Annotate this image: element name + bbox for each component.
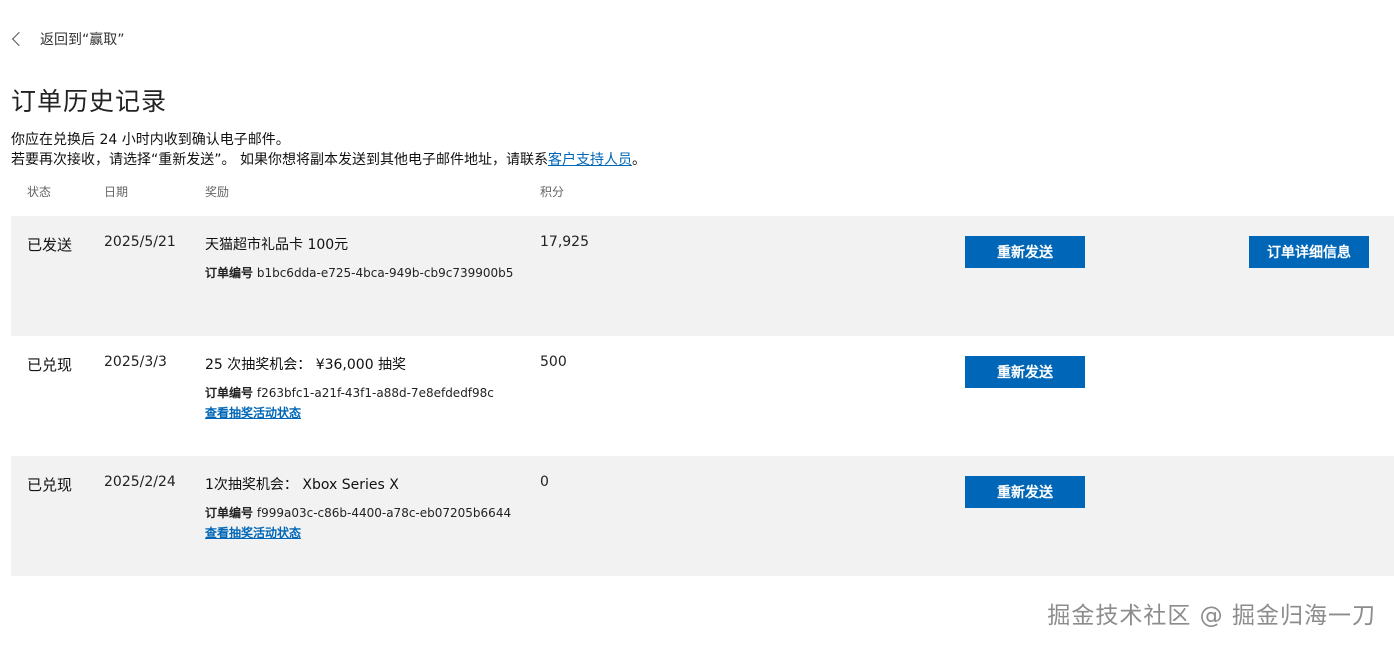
order-points: 17,925: [540, 234, 589, 250]
order-status: 已发送: [27, 236, 73, 254]
resend-button[interactable]: 重新发送: [965, 236, 1085, 268]
order-number: 订单编号 f263bfc1-a21f-43f1-a88d-7e8efdedf98…: [205, 384, 494, 401]
sweepstakes-status-link[interactable]: 查看抽奖活动状态: [205, 404, 301, 421]
column-header-reward: 奖励: [205, 185, 230, 199]
info-line-2-suffix: 。: [631, 152, 646, 168]
order-number-label: 订单编号: [205, 506, 254, 520]
order-reward: 天猫超市礼品卡 100元: [205, 237, 349, 253]
order-reward: 25 次抽奖机会： ¥36,000 抽奖: [205, 357, 407, 373]
order-points: 0: [540, 474, 549, 490]
order-points: 500: [540, 354, 567, 370]
info-line-2-text: 若要再次接收，请选择“重新发送”。 如果你想将副本发送到其他电子邮件地址，请联系: [11, 152, 548, 168]
order-number-value: f999a03c-c86b-4400-a78c-eb07205b6644: [256, 506, 512, 520]
order-row: 已兑现 2025/2/24 1次抽奖机会： Xbox Series X 订单编号…: [11, 456, 1394, 576]
chevron-left-icon: [11, 31, 27, 47]
info-line-2: 若要再次接收，请选择“重新发送”。 如果你想将副本发送到其他电子邮件地址，请联系…: [11, 149, 646, 169]
resend-button[interactable]: 重新发送: [965, 476, 1085, 508]
order-number: 订单编号 b1bc6dda-e725-4bca-949b-cb9c739900b…: [205, 264, 513, 281]
order-number-value: f263bfc1-a21f-43f1-a88d-7e8efdedf98c: [256, 386, 494, 400]
order-number: 订单编号 f999a03c-c86b-4400-a78c-eb07205b664…: [205, 504, 511, 521]
order-status: 已兑现: [27, 476, 73, 494]
order-date: 2025/3/3: [104, 354, 167, 370]
order-status: 已兑现: [27, 356, 73, 374]
column-header-points: 积分: [540, 185, 565, 199]
order-details-button[interactable]: 订单详细信息: [1249, 236, 1369, 268]
sweepstakes-status-link[interactable]: 查看抽奖活动状态: [205, 524, 301, 541]
info-line-1: 你应在兑换后 24 小时内收到确认电子邮件。: [11, 132, 290, 148]
order-number-label: 订单编号: [205, 266, 254, 280]
back-link[interactable]: 返回到“赢取”: [10, 28, 125, 50]
back-link-label: 返回到“赢取”: [40, 32, 125, 48]
watermark: 掘金技术社区 @ 掘金归海一刀: [1047, 603, 1376, 629]
order-history-page: 返回到“赢取” 订单历史记录 你应在兑换后 24 小时内收到确认电子邮件。 若要…: [0, 0, 1394, 645]
column-header-date: 日期: [104, 185, 129, 199]
order-date: 2025/2/24: [104, 474, 176, 490]
support-link[interactable]: 客户支持人员: [548, 152, 632, 168]
order-reward: 1次抽奖机会： Xbox Series X: [205, 477, 399, 493]
page-title: 订单历史记录: [11, 87, 168, 116]
order-number-value: b1bc6dda-e725-4bca-949b-cb9c739900b5: [256, 266, 514, 280]
order-row: 已发送 2025/5/21 天猫超市礼品卡 100元 订单编号 b1bc6dda…: [11, 216, 1394, 336]
order-number-label: 订单编号: [205, 386, 254, 400]
column-header-status: 状态: [27, 185, 52, 199]
order-date: 2025/5/21: [104, 234, 176, 250]
resend-button[interactable]: 重新发送: [965, 356, 1085, 388]
order-row: 已兑现 2025/3/3 25 次抽奖机会： ¥36,000 抽奖 订单编号 f…: [11, 336, 1394, 456]
